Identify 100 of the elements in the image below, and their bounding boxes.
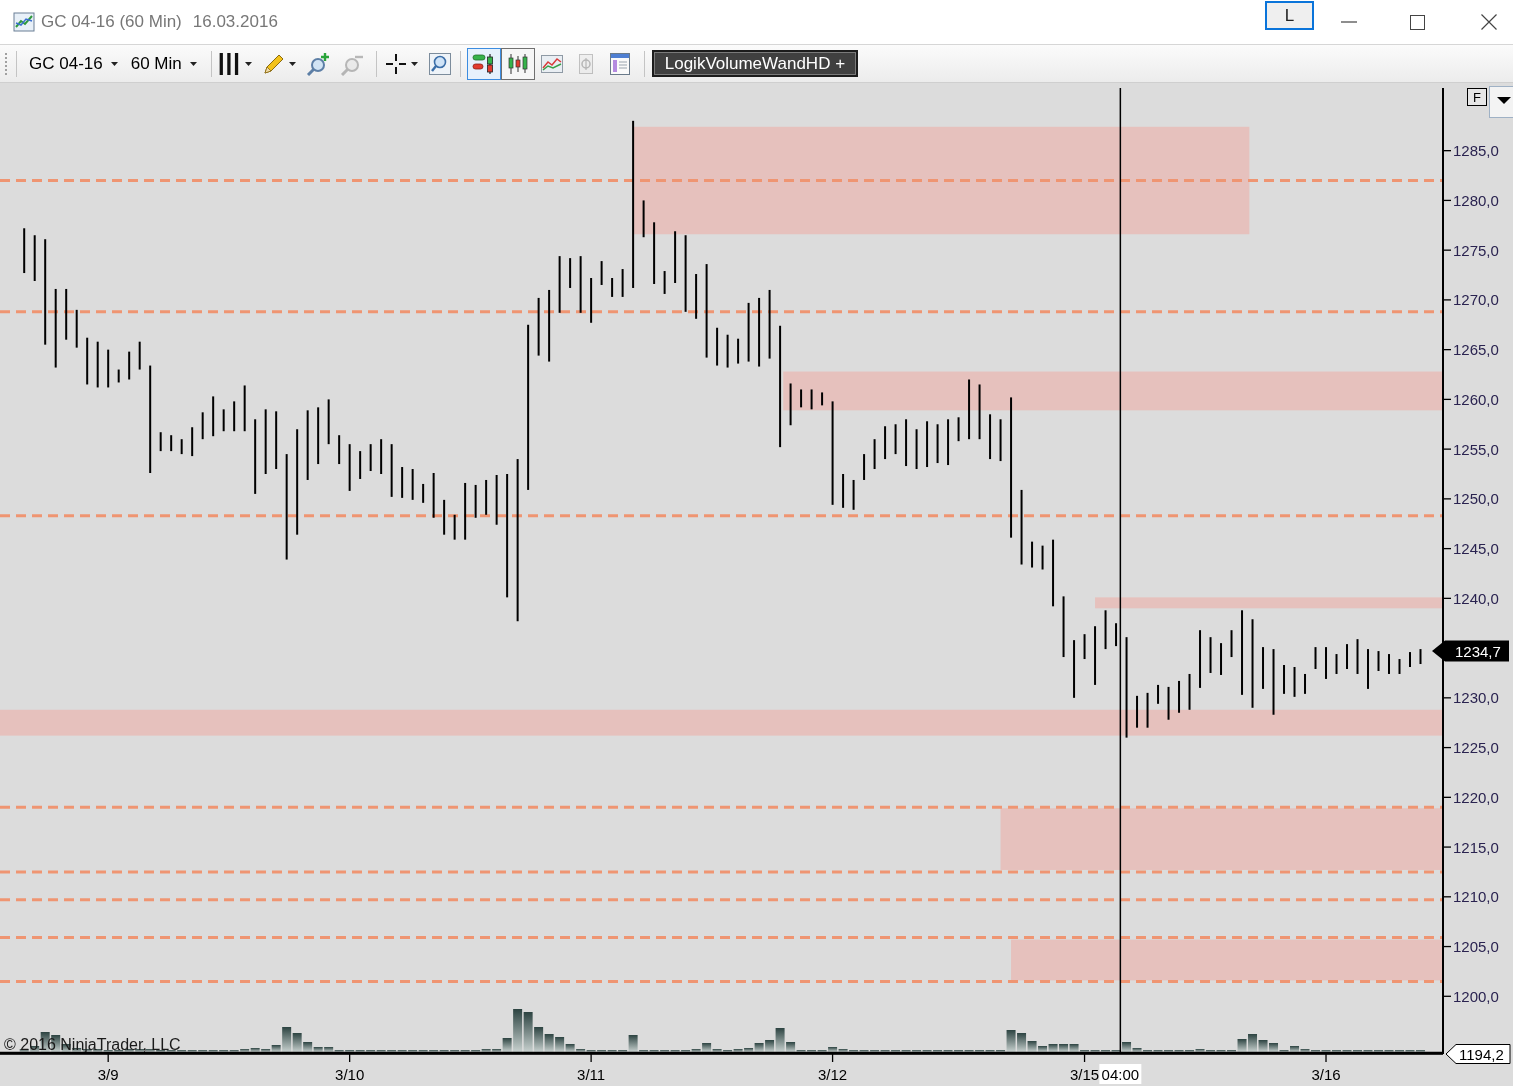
price-bar: [579, 256, 582, 313]
grip-icon[interactable]: [4, 51, 8, 76]
price-bar: [380, 439, 383, 474]
f-button[interactable]: F: [1467, 88, 1487, 106]
price-bar: [411, 469, 414, 500]
zoom-in-icon: [305, 51, 330, 76]
price-bar: [1335, 654, 1338, 674]
date-label: 3/10: [335, 1066, 365, 1083]
caret-icon: [1497, 97, 1511, 104]
price-bar: [884, 426, 887, 460]
colored-bars-button[interactable]: [466, 47, 501, 80]
price-axis-label: 1245,0: [1453, 540, 1499, 558]
price-bar: [1293, 667, 1296, 697]
window-title: GC 04-16 (60 Min): [41, 12, 182, 32]
interval-dropdown[interactable]: 60 Min: [124, 48, 203, 79]
caret-icon: [110, 61, 118, 66]
indicator-button[interactable]: LogikVolumeWandHD +: [651, 50, 859, 77]
price-bar: [894, 424, 897, 455]
price-bar: [432, 473, 435, 518]
price-axis-label: 1275,0: [1453, 241, 1499, 259]
price-bar: [1167, 686, 1170, 720]
price-axis-label: 1255,0: [1453, 440, 1499, 458]
price-bar: [65, 288, 68, 340]
price-bar: [926, 421, 929, 468]
price-axis-label: 1240,0: [1453, 589, 1499, 607]
price-bar: [800, 389, 803, 408]
date-label: 3/11: [577, 1066, 606, 1083]
price-bar: [1136, 695, 1139, 728]
price-bar: [1220, 643, 1223, 675]
price-axis-label: 1230,0: [1453, 689, 1499, 707]
date-label: 3/15: [1069, 1066, 1100, 1083]
price-bar: [957, 417, 960, 442]
price-bar: [264, 409, 267, 474]
price-bar: [842, 474, 845, 508]
price-bar: [600, 261, 603, 285]
price-bar: [1272, 649, 1275, 715]
price-bar: [978, 384, 981, 440]
price-bar: [306, 410, 309, 480]
price-bar: [789, 383, 792, 426]
price-bar: [821, 392, 824, 406]
price-bar: [558, 256, 561, 313]
price-bar: [758, 297, 761, 367]
price-bar: [75, 309, 78, 348]
price-bar: [464, 482, 467, 540]
price-bar: [159, 432, 162, 452]
price-bar: [1146, 692, 1149, 728]
price-bar: [401, 467, 404, 498]
price-bar: [1178, 680, 1181, 713]
minimize-icon: [1340, 21, 1357, 23]
price-bar: [348, 444, 351, 491]
price-bar: [999, 419, 1002, 462]
price-bar: [611, 278, 614, 297]
price-bar: [359, 451, 362, 479]
price-bar: [590, 278, 593, 323]
price-bar: [317, 407, 320, 465]
price-bar: [138, 341, 141, 370]
price-bar: [852, 479, 855, 510]
price-bar: [1073, 640, 1076, 698]
date-label: 3/12: [818, 1066, 848, 1083]
copyright-text: © 2016 NinjaTrader, LLC: [4, 1036, 181, 1053]
price-bar: [369, 444, 372, 471]
price-bar: [443, 499, 446, 535]
price-bar: [1377, 651, 1380, 671]
close-icon: [1480, 14, 1497, 30]
price-bar: [107, 349, 110, 388]
date-label: 3/9: [97, 1066, 119, 1083]
date-label: 3/16: [1311, 1066, 1341, 1083]
dropdown-button[interactable]: [1489, 86, 1513, 118]
price-bar: [453, 514, 456, 540]
price-bar: [327, 399, 330, 445]
price-bar: [243, 385, 246, 432]
layout-button[interactable]: L: [1265, 1, 1314, 30]
price-bar: [117, 369, 120, 383]
price-bar: [873, 439, 876, 469]
price-bar: [1230, 630, 1233, 658]
price-bar: [905, 419, 908, 467]
price-bar: [737, 338, 740, 364]
price-bar: [695, 274, 698, 319]
price-axis-label: 1260,0: [1453, 390, 1499, 408]
price-bar: [233, 401, 236, 432]
price-bar: [23, 228, 26, 274]
price-axis-label: 1280,0: [1453, 191, 1499, 209]
candlestick-button[interactable]: [500, 47, 535, 80]
magnifier-icon: [427, 51, 452, 76]
price-axis-label: 1215,0: [1453, 838, 1499, 856]
price-bar: [170, 435, 173, 452]
price-bar: [1419, 649, 1422, 664]
price-bar: [1188, 673, 1191, 710]
instrument-dropdown[interactable]: GC 04-16: [23, 48, 124, 79]
price-axis-label: 1250,0: [1453, 490, 1499, 508]
price-bar: [222, 409, 225, 432]
crosshair-price-label: 1194,2: [1445, 1044, 1511, 1064]
chart-icon: [13, 11, 35, 32]
price-bar: [485, 479, 488, 515]
price-bar: [716, 327, 719, 366]
window-icon: [607, 51, 632, 76]
price-bar: [495, 475, 498, 525]
price-bar: [989, 414, 992, 460]
ref-line-label: 1194,2: [1459, 1045, 1504, 1063]
price-axis-label: 1210,0: [1453, 888, 1499, 906]
